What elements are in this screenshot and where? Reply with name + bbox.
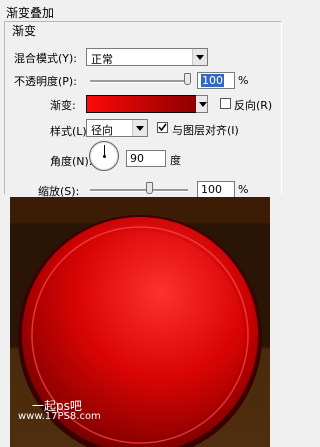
scale-slider-thumb[interactable] [146,182,153,194]
opacity-slider-track[interactable] [90,80,188,83]
gradient-overlay-panel: 渐变叠加 渐变 混合模式(Y): 正常 不透明度(P): 100 % 渐变: 反… [0,0,284,198]
style-select[interactable]: 径向 [86,119,148,137]
chevron-down-icon[interactable] [132,120,147,136]
angle-value: 90 [130,152,144,165]
align-with-layer-checkbox[interactable] [157,122,168,133]
opacity-unit: % [238,74,249,87]
scale-slider-track[interactable] [90,189,188,192]
opacity-input[interactable]: 100 [197,72,235,89]
blend-mode-select[interactable]: 正常 [86,48,208,66]
style-value: 径向 [91,124,113,137]
checkmark-icon [158,123,167,132]
angle-input[interactable]: 90 [126,150,166,167]
reverse-checkbox[interactable] [220,98,231,109]
scale-value: 100 [201,183,222,196]
style-label: 样式(L): [50,125,91,138]
scale-input[interactable]: 100 [197,181,235,198]
preview-canvas: 一起ps吧 www.17PS8.com [10,197,270,447]
gradient-swatch[interactable] [86,95,198,113]
chevron-down-icon[interactable] [192,49,207,65]
gradient-picker-dropdown[interactable] [196,95,208,113]
opacity-label: 不透明度(P): [14,75,77,88]
angle-unit: 度 [170,154,181,167]
blend-mode-label: 混合模式(Y): [14,52,78,65]
angle-dial-center [103,155,106,158]
panel-title: 渐变叠加 [6,6,55,20]
chevron-down-icon[interactable] [196,96,207,112]
blend-mode-value: 正常 [91,53,113,66]
opacity-slider-thumb[interactable] [184,73,191,85]
watermark-line2: www.17PS8.com [18,411,101,422]
reverse-label: 反向(R) [234,99,273,112]
gradient-group-label: 渐变 [10,22,39,39]
align-with-layer-label: 与图层对齐(I) [172,124,239,137]
opacity-value: 100 [201,74,224,87]
scale-unit: % [238,183,249,196]
angle-label: 角度(N): [50,155,93,168]
gradient-label: 渐变: [50,99,76,112]
angle-dial-icon[interactable] [89,141,119,171]
